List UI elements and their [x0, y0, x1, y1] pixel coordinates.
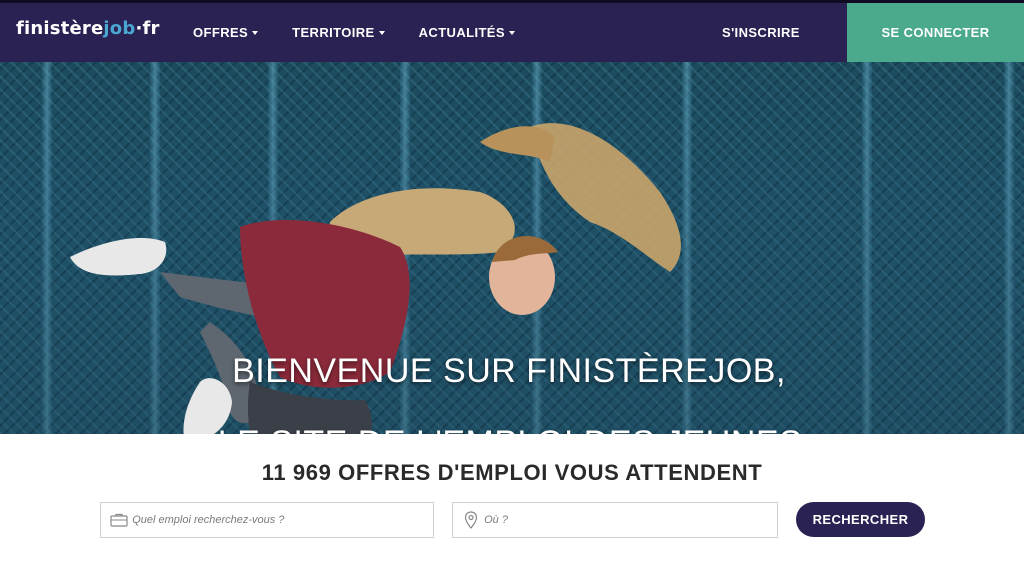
hero-title-line-2: LE SITE DE L'EMPLOI DES JEUNES [0, 424, 1022, 434]
top-navbar: finistèrejob·fr OFFRES TERRITOIRE ACTUAL… [0, 0, 1024, 62]
job-search-field[interactable] [100, 502, 434, 538]
logo-text-main: finistère [16, 18, 104, 39]
briefcase-icon [105, 503, 132, 537]
location-search-field[interactable] [452, 502, 778, 538]
nav-item-territoire[interactable]: TERRITOIRE [292, 25, 385, 40]
caret-down-icon [508, 30, 515, 35]
hero-banner: BIENVENUE SUR FINISTÈREJOB, LE SITE DE L… [0, 62, 1024, 434]
logo-text-accent: job [103, 18, 136, 39]
caret-down-icon [252, 30, 259, 35]
hero-title-line-1: BIENVENUE SUR FINISTÈREJOB, [232, 352, 786, 390]
search-button[interactable]: RECHERCHER [796, 502, 925, 537]
nav-item-label: ACTUALITÉS [418, 25, 505, 40]
nav-item-offres[interactable]: OFFRES [193, 25, 259, 40]
job-search-input[interactable] [132, 514, 433, 526]
caret-down-icon [378, 30, 385, 35]
nav-item-label: OFFRES [193, 25, 249, 40]
nav-item-label: TERRITOIRE [292, 25, 375, 40]
signup-link[interactable]: S'INSCRIRE [722, 25, 800, 40]
map-pin-icon [457, 503, 484, 537]
nav-item-actualites[interactable]: ACTUALITÉS [419, 25, 515, 40]
offers-count-headline: 11 969 OFFRES D'EMPLOI VOUS ATTENDENT [261, 460, 763, 485]
main-nav: OFFRES TERRITOIRE ACTUALITÉS [193, 25, 549, 40]
logo-text-tld: ·fr [135, 18, 160, 39]
login-button[interactable]: SE CONNECTER [847, 3, 1024, 62]
location-search-input[interactable] [484, 514, 777, 526]
site-logo[interactable]: finistèrejob·fr [16, 18, 160, 39]
